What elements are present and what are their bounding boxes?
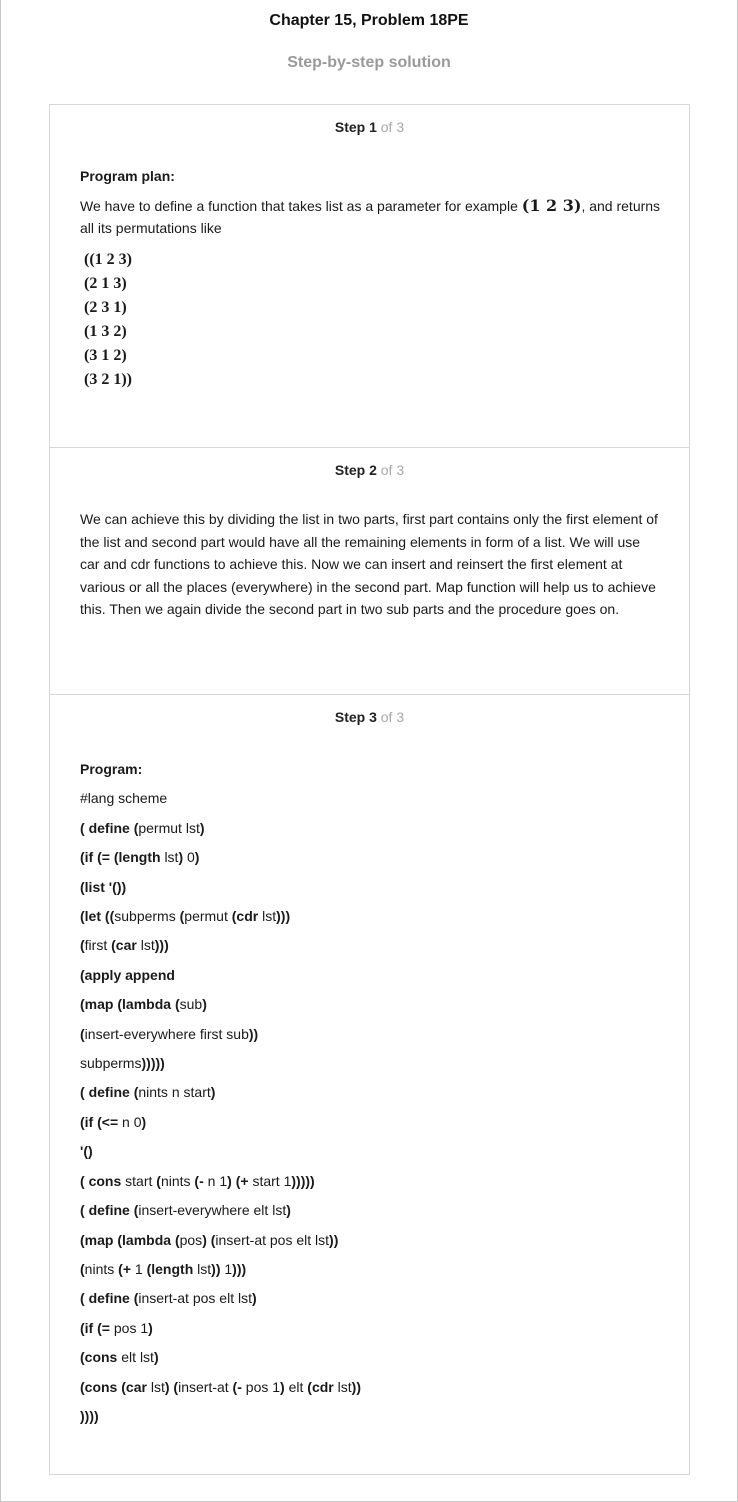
code-line: (first (car lst))) bbox=[80, 937, 169, 954]
page-title: Chapter 15, Problem 18PE bbox=[269, 12, 469, 29]
permutation-item: (3 2 1)) bbox=[84, 370, 132, 388]
code-line: #lang scheme bbox=[80, 790, 168, 807]
code-line: (if (= pos 1) bbox=[80, 1319, 153, 1336]
step-count: of 3 bbox=[380, 119, 405, 135]
code-line: (if (= (length lst) 0) bbox=[80, 849, 200, 866]
step-label: Step 1 bbox=[334, 119, 377, 135]
step-count: of 3 bbox=[380, 462, 405, 478]
step-1-section: Step 1 of 3 Program plan: We have to def… bbox=[50, 105, 689, 447]
code-line: ( define (insert-everywhere elt lst) bbox=[80, 1202, 291, 1219]
step-2-content: We can achieve this by dividing the list… bbox=[80, 508, 661, 621]
code-line: ( cons start (nints (- n 1) (+ start 1))… bbox=[80, 1172, 315, 1189]
program-heading: Program: bbox=[80, 761, 143, 777]
step-3-content: Program: #lang scheme ( define (permut ls… bbox=[80, 755, 661, 1431]
solution-container: Step 1 of 3 Program plan: We have to def… bbox=[49, 104, 690, 1475]
code-line: '() bbox=[80, 1143, 93, 1160]
permutation-item: ((1 2 3) bbox=[84, 250, 132, 268]
code-line: (let ((subperms (permut (cdr lst))) bbox=[80, 908, 291, 925]
step-label: Step 3 bbox=[334, 709, 377, 725]
code-line: ( define (insert-at pos elt lst) bbox=[80, 1290, 257, 1307]
permutation-item: (3 1 2) bbox=[84, 346, 127, 364]
code-line: (map (lambda (pos) (insert-at pos elt ls… bbox=[80, 1231, 339, 1248]
explanation-text: We can achieve this by dividing the list… bbox=[80, 511, 658, 617]
step-3-header: Step 3 of 3 bbox=[50, 709, 689, 725]
code-line: (cons elt lst) bbox=[80, 1349, 159, 1366]
code-line: (map (lambda (sub) bbox=[80, 996, 207, 1013]
code-line: (nints (+ 1 (length lst)) 1))) bbox=[80, 1260, 247, 1277]
permutation-item: (2 1 3) bbox=[84, 274, 127, 292]
code-line: (apply append bbox=[80, 966, 175, 983]
code-line: (if (<= n 0) bbox=[80, 1113, 147, 1130]
step-1-content: Program plan: We have to define a functi… bbox=[80, 165, 661, 392]
code-block: #lang scheme ( define (permut lst) (if (= … bbox=[80, 784, 661, 1431]
page-subtitle: Step-by-step solution bbox=[287, 54, 451, 71]
code-line: (cons (car lst) (insert-at (- pos 1) elt… bbox=[80, 1378, 361, 1395]
step-3-section: Step 3 of 3 Program: #lang scheme ( defin… bbox=[50, 694, 689, 1474]
example-list: (1 2 3) bbox=[521, 195, 582, 215]
permutation-list: ((1 2 3) (2 1 3) (2 3 1) (1 3 2) (3 1 2)… bbox=[80, 248, 661, 392]
step-label: Step 2 bbox=[334, 462, 377, 478]
code-line: ( define (permut lst) bbox=[80, 819, 205, 836]
program-plan-heading: Program plan: bbox=[80, 168, 175, 184]
code-line: subperms))))) bbox=[80, 1055, 165, 1072]
permutation-item: (1 3 2) bbox=[84, 322, 127, 340]
permutation-item: (2 3 1) bbox=[84, 298, 127, 316]
code-line: )))) bbox=[80, 1407, 99, 1424]
code-line: ( define (nints n start) bbox=[80, 1084, 216, 1101]
step-1-header: Step 1 of 3 bbox=[50, 119, 689, 135]
code-line: (insert-everywhere first sub)) bbox=[80, 1025, 259, 1042]
step-2-section: Step 2 of 3 We can achieve this by divid… bbox=[50, 447, 689, 694]
code-line: (list '()) bbox=[80, 878, 127, 895]
plan-text-before: We have to define a function that takes … bbox=[80, 197, 518, 214]
step-2-header: Step 2 of 3 bbox=[50, 462, 689, 478]
step-count: of 3 bbox=[380, 709, 405, 725]
program-plan-text: We have to define a function that takes … bbox=[80, 195, 661, 240]
